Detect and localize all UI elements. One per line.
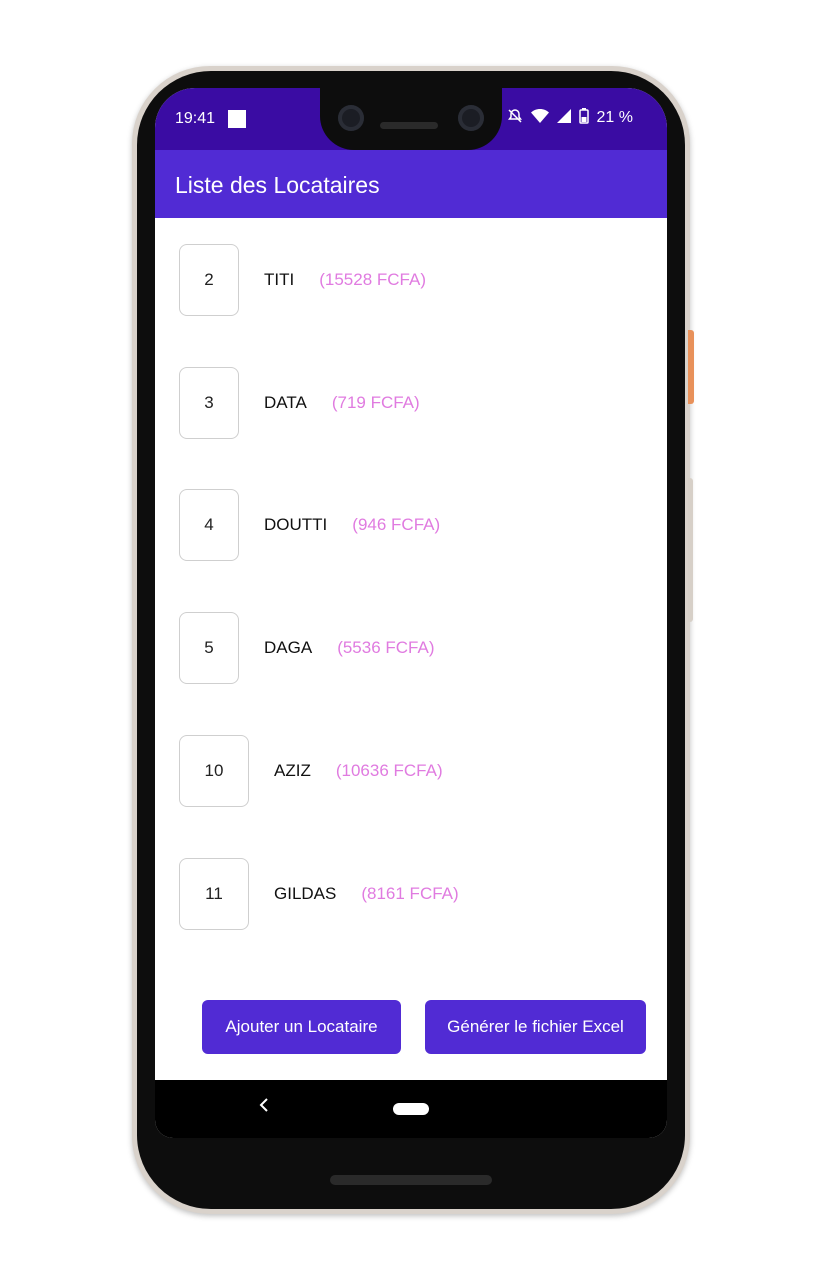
earpiece-speaker [380, 122, 438, 129]
tenant-name: DATA [264, 393, 307, 412]
navigation-bar [155, 1080, 667, 1138]
tenant-id-badge: 10 [179, 735, 249, 807]
camera-notch [320, 88, 502, 150]
signal-icon [556, 109, 571, 127]
tenant-row[interactable]: 4 DOUTTI (946 FCFA) [179, 489, 440, 561]
home-pill-icon[interactable] [393, 1103, 429, 1115]
tenant-name: AZIZ [274, 761, 311, 780]
tenant-row[interactable]: 5 DAGA (5536 FCFA) [179, 612, 435, 684]
tenant-amount: (5536 FCFA) [337, 638, 435, 657]
front-camera-icon [458, 105, 484, 131]
screen: 19:41 21 % Liste des Locataires 2 TITI (… [155, 88, 667, 1138]
tenant-name: DAGA [264, 638, 313, 657]
app-bar: Liste des Locataires [155, 150, 667, 218]
do-not-disturb-icon [507, 108, 523, 128]
tenant-amount: (10636 FCFA) [335, 761, 443, 780]
status-icons: 21 % [507, 108, 633, 128]
power-button [688, 330, 694, 404]
tenant-row[interactable]: 3 DATA (719 FCFA) [179, 367, 420, 439]
tenant-amount: (15528 FCFA) [319, 270, 426, 289]
tenant-row[interactable]: 2 TITI (15528 FCFA) [179, 244, 426, 316]
tenant-name: GILDAS [274, 884, 337, 903]
battery-level: 21 % [596, 109, 633, 126]
tenant-id-badge: 4 [179, 489, 239, 561]
tenant-name: TITI [264, 270, 295, 289]
page-title: Liste des Locataires [175, 172, 380, 198]
status-time: 19:41 [175, 110, 216, 127]
notification-square-icon [228, 110, 246, 128]
add-tenant-button[interactable]: Ajouter un Locataire [202, 1000, 401, 1054]
battery-icon [578, 108, 589, 128]
tenant-amount: (8161 FCFA) [361, 884, 459, 903]
wifi-icon [530, 109, 549, 127]
tenant-row[interactable]: 10 AZIZ (10636 FCFA) [179, 735, 443, 807]
tenant-name: DOUTTI [264, 515, 328, 534]
back-icon[interactable] [257, 1094, 271, 1122]
bottom-speaker [330, 1175, 492, 1185]
tenant-id-badge: 5 [179, 612, 239, 684]
generate-excel-button[interactable]: Générer le fichier Excel [425, 1000, 646, 1054]
tenant-amount: (946 FCFA) [352, 515, 441, 534]
tenant-id-badge: 11 [179, 858, 249, 930]
volume-button [688, 478, 693, 622]
tenant-amount: (719 FCFA) [331, 393, 420, 412]
front-camera-icon [338, 105, 364, 131]
tenant-row[interactable]: 11 GILDAS (8161 FCFA) [179, 858, 459, 930]
tenant-id-badge: 3 [179, 367, 239, 439]
tenant-id-badge: 2 [179, 244, 239, 316]
